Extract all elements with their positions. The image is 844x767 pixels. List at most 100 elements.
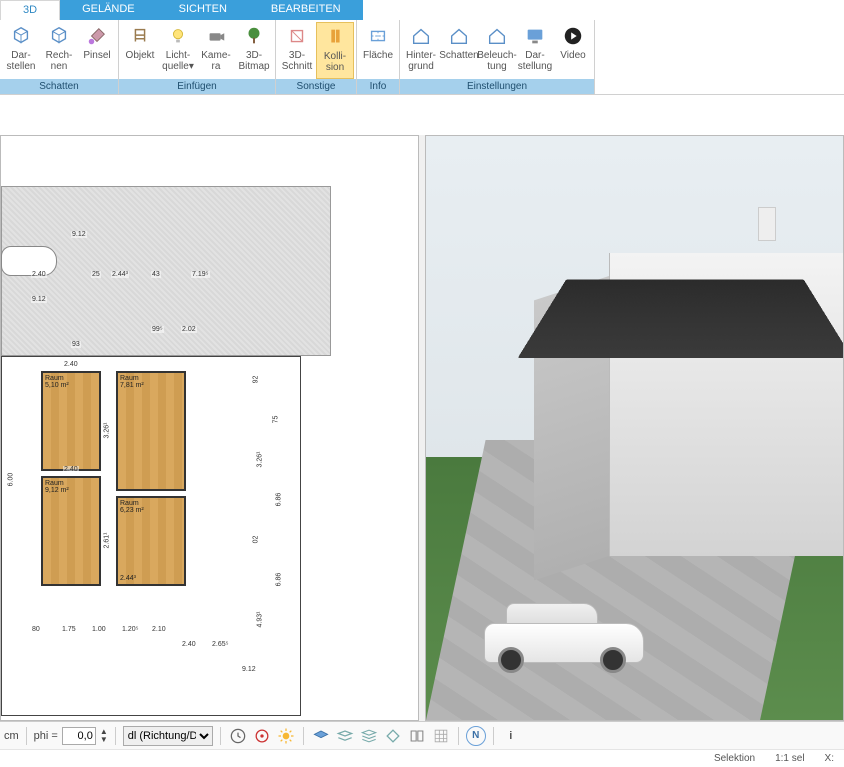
dimension-label: 2.10: [151, 626, 167, 633]
diamond-icon[interactable]: [383, 726, 403, 746]
room-area: 7,81 m²: [120, 382, 182, 389]
unit-label: cm: [4, 730, 19, 742]
ribbon-group-label: Einstellungen: [400, 79, 594, 94]
selection-label: Selektion: [714, 753, 755, 764]
tree-icon: [242, 24, 266, 48]
dimension-label: 02: [252, 535, 259, 545]
area-icon: [366, 24, 390, 48]
dimension-label: 2.61¹: [103, 532, 110, 550]
ribbon-group-info: Fläche Info: [357, 20, 400, 94]
ribbon-rechnen-button[interactable]: Rech-nen: [40, 22, 78, 79]
plan-car-icon: [1, 246, 57, 276]
ribbon-darstellung-button[interactable]: Dar-stellung: [516, 22, 554, 79]
room[interactable]: Raum9,12 m²: [41, 476, 101, 586]
direction-select[interactable]: dl (Richtung/Di: [123, 726, 213, 746]
slice-icon: [285, 24, 309, 48]
room-area: 6,23 m²: [120, 507, 182, 514]
bulb-icon: [166, 24, 190, 48]
sun-icon[interactable]: [276, 726, 296, 746]
north-icon[interactable]: N: [466, 726, 486, 746]
dimension-label: 6.86: [275, 492, 282, 508]
ribbon-group-sonstige: 3D-Schnitt Kolli-sion Sonstige: [276, 20, 357, 94]
room-name: Raum: [120, 375, 182, 382]
tab-gelaende[interactable]: GELÄNDE: [60, 0, 157, 20]
info-icon[interactable]: i: [501, 726, 521, 746]
main-tabbar: 3D GELÄNDE SICHTEN BEARBEITEN: [0, 0, 844, 20]
ribbon-group-label: Info: [357, 79, 399, 94]
ribbon-group-label: Sonstige: [276, 79, 356, 94]
ribbon-3dbitmap-button[interactable]: 3D-Bitmap: [235, 22, 273, 79]
dimension-label: 9.12: [241, 666, 257, 673]
room[interactable]: Raum7,81 m²: [116, 371, 186, 491]
tab-3d[interactable]: 3D: [0, 0, 60, 20]
house-icon: [447, 24, 471, 48]
ribbon-kamera-button[interactable]: Kame-ra: [197, 22, 235, 79]
ribbon-darstellen-button[interactable]: Dar-stellen: [2, 22, 40, 79]
dimension-label: 43: [151, 271, 161, 278]
room-extra-dim: 2.44³: [120, 575, 136, 582]
brush-icon: [85, 24, 109, 48]
phi-input[interactable]: [62, 727, 96, 745]
dimension-label: 6.00: [7, 472, 14, 488]
ribbon-btn-label: Beleuch-tung: [477, 50, 516, 72]
ribbon-3dschnitt-button[interactable]: 3D-Schnitt: [278, 22, 316, 79]
stack2-icon[interactable]: [359, 726, 379, 746]
ribbon-btn-label: Hinter-grund: [406, 50, 436, 72]
house-icon: [485, 24, 509, 48]
room[interactable]: Raum6,23 m² 2.44³: [116, 496, 186, 586]
chair-icon: [128, 24, 152, 48]
clock-icon[interactable]: [228, 726, 248, 746]
tab-sichten[interactable]: SICHTEN: [157, 0, 249, 20]
room-name: Raum: [120, 500, 182, 507]
ribbon-beleuchtung-button[interactable]: Beleuch-tung: [478, 22, 516, 79]
target-icon[interactable]: [252, 726, 272, 746]
dimension-label: 1.75: [61, 626, 77, 633]
dimension-label: 2.40: [31, 271, 47, 278]
3d-car: [484, 597, 644, 673]
grid-icon[interactable]: [431, 726, 451, 746]
3d-chimney: [758, 207, 776, 241]
dimension-label: 1.00: [91, 626, 107, 633]
dimension-label: 3.26¹: [256, 451, 263, 469]
ribbon-kollision-button[interactable]: Kolli-sion: [316, 22, 354, 79]
spinner-icon[interactable]: ▲▼: [100, 728, 108, 744]
phi-label: phi =: [34, 730, 58, 742]
book-icon[interactable]: [407, 726, 427, 746]
ribbon-group-label: Schatten: [0, 79, 118, 94]
ribbon-btn-label: Schatten: [439, 50, 478, 61]
3d-view-pane[interactable]: [425, 135, 844, 721]
dimension-label: 80: [31, 626, 41, 633]
room-name: Raum: [45, 480, 97, 487]
ribbon-objekt-button[interactable]: Objekt: [121, 22, 159, 79]
ribbon-group-einstellungen: Hinter-grundSchattenBeleuch-tungDar-stel…: [400, 20, 595, 94]
ribbon-btn-label: Fläche: [363, 50, 393, 61]
ribbon-btn-label: Kame-ra: [201, 50, 230, 72]
floorplan-pane[interactable]: 9.122.40252.44³437.19⁵9.129399⁵2.02Raum5…: [0, 135, 419, 721]
ribbon-pinsel-button[interactable]: Pinsel: [78, 22, 116, 79]
x-coord-label: X:: [825, 753, 834, 764]
room-name: Raum: [45, 375, 97, 382]
dimension-label: 9.12: [71, 231, 87, 238]
dimension-label: 2.40: [181, 641, 197, 648]
statusbar: cm phi = ▲▼ dl (Richtung/Di N i: [0, 721, 844, 749]
ribbon-hintergrund-button[interactable]: Hinter-grund: [402, 22, 440, 79]
stack1-icon[interactable]: [335, 726, 355, 746]
ribbon-group-label: Einfügen: [119, 79, 275, 94]
ribbon-schatten2-button[interactable]: Schatten: [440, 22, 478, 79]
dimension-label: 4.93¹: [256, 611, 263, 629]
room[interactable]: Raum5,10 m²: [41, 371, 101, 471]
dimension-label: 25: [91, 271, 101, 278]
layer-icon[interactable]: [311, 726, 331, 746]
ribbon-lichtquelle-button[interactable]: Licht-quelle▾: [159, 22, 197, 79]
ribbon-flaeche-button[interactable]: Fläche: [359, 22, 397, 79]
dimension-label: 3.26¹: [103, 422, 110, 440]
camera-icon: [204, 24, 228, 48]
dimension-label: 7.19⁵: [191, 271, 210, 278]
tab-bearbeiten[interactable]: BEARBEITEN: [249, 0, 363, 20]
ribbon-video-button[interactable]: Video: [554, 22, 592, 79]
dimension-label: 92: [252, 375, 259, 385]
ribbon-btn-label: Kolli-sion: [324, 51, 346, 73]
dimension-label: 1.20⁵: [121, 626, 140, 633]
ribbon-btn-label: 3D-Schnitt: [282, 50, 313, 72]
3d-roof: [518, 280, 844, 358]
